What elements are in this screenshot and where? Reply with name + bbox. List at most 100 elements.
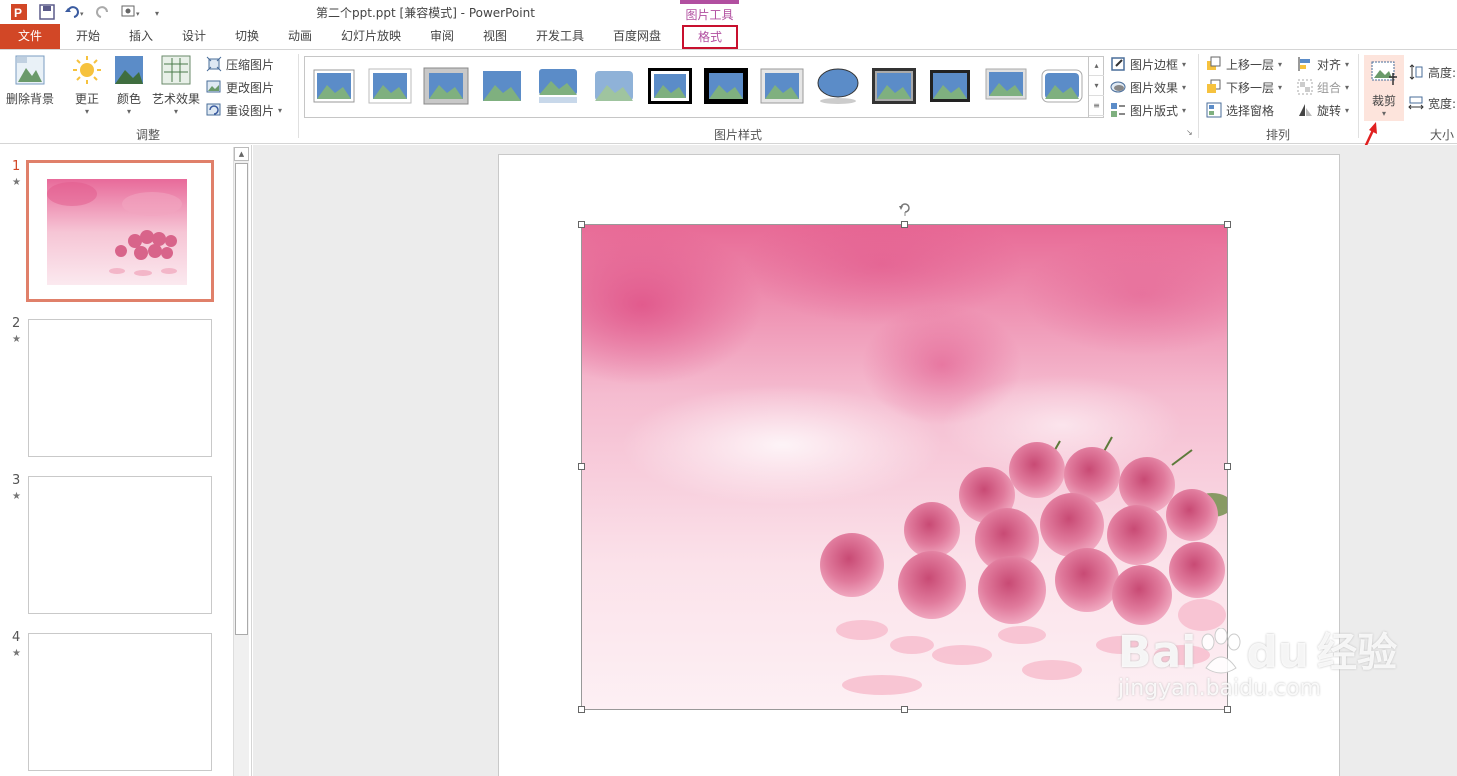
rotate-handle-icon[interactable] [897, 200, 913, 216]
slide-thumbnail-1[interactable] [26, 160, 214, 302]
width-icon [1408, 96, 1424, 110]
style-oval[interactable] [815, 67, 861, 105]
style-double-frame-black[interactable] [647, 67, 693, 105]
style-thick-frame-black[interactable] [703, 67, 749, 105]
change-picture-label: 更改图片 [226, 80, 275, 95]
picture-styles-group-label: 图片样式 [714, 128, 763, 142]
picture-styles-gallery[interactable] [304, 56, 1104, 118]
reset-picture-label: 重设图片 [226, 103, 275, 118]
color-dropdown-icon: ▾ [126, 107, 131, 116]
style-metal-frame[interactable] [871, 67, 917, 105]
picture-border-label: 图片边框 [1130, 57, 1179, 72]
tab-slideshow[interactable]: 幻灯片放映 [338, 24, 404, 49]
selection-pane-button[interactable]: 选择窗格 [1206, 100, 1274, 120]
watermark-brand: Bai [1118, 627, 1197, 678]
resize-handle-bottom[interactable] [901, 706, 908, 713]
gallery-scroll-up-icon[interactable]: ▴ [1089, 56, 1104, 76]
crop-label: 裁剪 [1371, 94, 1396, 108]
save-icon[interactable] [36, 2, 58, 22]
resize-handle-top-right[interactable] [1224, 221, 1231, 228]
gallery-scroll-down-icon[interactable]: ▾ [1089, 76, 1104, 96]
resize-handle-top-left[interactable] [578, 221, 585, 228]
tab-review[interactable]: 审阅 [426, 24, 458, 49]
thumbnail-scrollbar[interactable]: ▲ [233, 147, 249, 776]
slide-number: 1 [12, 159, 21, 174]
color-label: 颜色 [116, 92, 141, 106]
size-group-label: 大小 [1430, 128, 1455, 142]
style-center-shadow[interactable] [927, 67, 973, 105]
align-button[interactable]: 对齐 ▾ [1297, 54, 1349, 74]
artistic-effects-button[interactable]: 艺术效果 ▾ [150, 54, 202, 116]
svg-text:▾: ▾ [155, 9, 159, 18]
tab-view[interactable]: 视图 [479, 24, 511, 49]
color-button[interactable]: 颜色 ▾ [112, 54, 146, 116]
crop-icon [1371, 61, 1397, 85]
style-soft-edge[interactable] [591, 67, 637, 105]
change-picture-button[interactable]: 更改图片 [206, 77, 274, 97]
picture-styles-dialog-launcher-icon[interactable]: ↘ [1186, 128, 1193, 137]
watermark-jingyan: 经验 [1317, 630, 1398, 676]
window-title: 第二个ppt.ppt [兼容模式] - PowerPoint [316, 6, 535, 20]
style-beveled-matte[interactable] [759, 67, 805, 105]
style-simple-frame-white[interactable] [311, 67, 357, 105]
resize-handle-bottom-left[interactable] [578, 706, 585, 713]
quick-access-toolbar: P ▾ ▾ ▾ [8, 2, 170, 22]
powerpoint-logo-icon: P [8, 2, 30, 22]
shape-height-field[interactable]: 高度: [1408, 62, 1456, 82]
corrections-button[interactable]: 更正 ▾ [70, 54, 104, 116]
style-simple-frame-black[interactable] [479, 67, 525, 105]
picture-effects-button[interactable]: 图片效果 ▾ [1110, 77, 1186, 97]
picture-border-dropdown-icon: ▾ [1182, 59, 1187, 69]
customize-qat-icon[interactable]: ▾ [148, 2, 170, 22]
style-reflected-bevel[interactable] [983, 67, 1029, 105]
slide-thumbnail-4[interactable] [28, 633, 212, 771]
tab-home[interactable]: 开始 [72, 24, 104, 49]
slideshow-start-icon[interactable]: ▾ [120, 2, 142, 22]
shape-width-field[interactable]: 宽度: [1408, 93, 1456, 113]
style-soft-frame[interactable] [367, 67, 413, 105]
remove-background-button[interactable]: 删除背景 [4, 54, 56, 107]
artistic-effects-label: 艺术效果 [151, 92, 200, 106]
gallery-more-icon[interactable]: ≡ [1089, 96, 1104, 116]
bring-forward-dropdown-icon: ▾ [1278, 59, 1283, 69]
picture-layout-button[interactable]: 图片版式 ▾ [1110, 100, 1186, 120]
group-button[interactable]: 组合 ▾ [1297, 77, 1349, 97]
bring-forward-button[interactable]: 上移一层 ▾ [1206, 54, 1282, 74]
picture-effects-dropdown-icon: ▾ [1182, 82, 1187, 92]
tab-insert[interactable]: 插入 [125, 24, 157, 49]
slide-thumbnail-3[interactable] [28, 476, 212, 614]
tab-developer[interactable]: 开发工具 [532, 24, 588, 49]
tab-format[interactable]: 格式 [682, 25, 738, 49]
style-reflected-rounded[interactable] [535, 67, 581, 105]
style-thick-matte-grey[interactable] [423, 67, 469, 105]
resize-handle-top[interactable] [901, 221, 908, 228]
crop-button[interactable]: 裁剪 ▾ [1364, 55, 1404, 121]
picture-border-icon [1111, 57, 1125, 71]
title-bar: P ▾ ▾ ▾ 第二个ppt.ppt [兼容模式] - PowerPoint 图… [0, 0, 1457, 24]
redo-icon[interactable] [92, 2, 114, 22]
slide-thumbnail-2[interactable] [28, 319, 212, 457]
scroll-up-icon[interactable]: ▲ [234, 147, 249, 161]
align-label: 对齐 [1317, 57, 1342, 72]
slide-number: 2 [12, 316, 21, 331]
undo-icon[interactable]: ▾ [64, 2, 86, 22]
color-picture-icon [113, 54, 145, 86]
resize-handle-bottom-right[interactable] [1224, 706, 1231, 713]
tab-transitions[interactable]: 切换 [231, 24, 263, 49]
scrollbar-thumb[interactable] [235, 163, 248, 635]
resize-handle-left[interactable] [578, 463, 585, 470]
rotate-button[interactable]: 旋转 ▾ [1297, 100, 1349, 120]
tab-design[interactable]: 设计 [178, 24, 210, 49]
tab-animations[interactable]: 动画 [284, 24, 316, 49]
tab-baidu-netdisk[interactable]: 百度网盘 [609, 24, 665, 49]
style-rounded-diagonal[interactable] [1039, 67, 1085, 105]
compress-pictures-button[interactable]: 压缩图片 [206, 54, 274, 74]
tab-file[interactable]: 文件 [0, 24, 60, 49]
send-backward-button[interactable]: 下移一层 ▾ [1206, 77, 1282, 97]
rotate-icon [1299, 104, 1312, 116]
picture-border-button[interactable]: 图片边框 ▾ [1110, 54, 1186, 74]
reset-picture-button[interactable]: 重设图片 ▾ [206, 100, 282, 120]
resize-handle-right[interactable] [1224, 463, 1231, 470]
ribbon-tab-row: 文件 开始 插入 设计 切换 动画 幻灯片放映 审阅 视图 开发工具 百度网盘 … [0, 24, 1457, 50]
align-dropdown-icon: ▾ [1345, 59, 1350, 69]
